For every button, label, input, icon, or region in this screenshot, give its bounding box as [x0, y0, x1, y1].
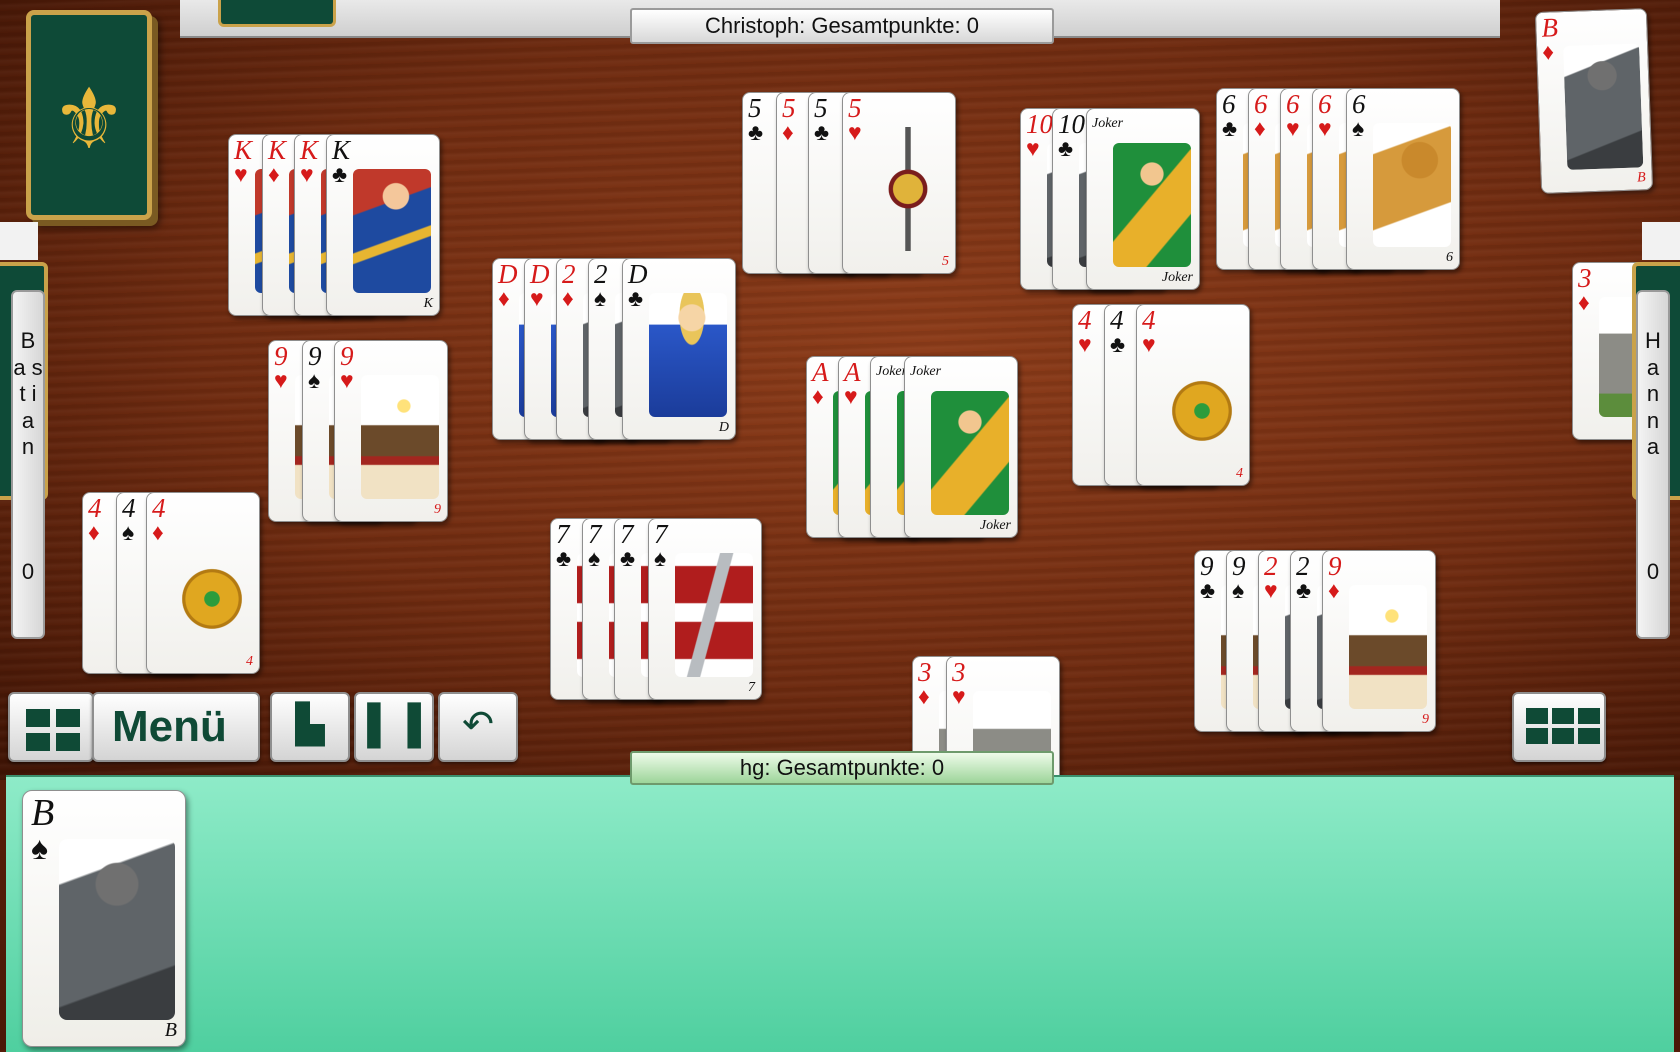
meld-card: K ♣ K — [326, 134, 440, 316]
meld-card: Joker Joker — [1086, 108, 1200, 290]
right-player-points: 0 — [1646, 559, 1660, 584]
player-score: hg: Gesamtpunkte: 0 — [630, 751, 1054, 785]
left-player-points: 0 — [21, 559, 35, 584]
split-button[interactable]: ▌▐ — [354, 692, 434, 762]
left-panel-tab — [0, 222, 38, 260]
knight-art — [59, 839, 175, 1020]
undo-icon: ↶ — [462, 704, 494, 746]
sort-button[interactable]: ▙ — [270, 692, 350, 762]
spade-icon: ♠ — [31, 830, 48, 866]
layout-button[interactable] — [1512, 692, 1606, 762]
left-player-panel: B a s t i a n 0 — [11, 290, 45, 639]
grid-icon — [26, 709, 80, 751]
menu-button[interactable]: Menü — [92, 692, 260, 762]
fleur-de-lis-icon: ⚜ — [51, 72, 127, 166]
overview-button[interactable] — [8, 692, 94, 762]
draw-pile[interactable]: ⚜ — [26, 10, 152, 220]
right-player-panel: H a n n a 0 — [1636, 290, 1670, 639]
split-cards-icon: ▌▐ — [367, 704, 421, 746]
meld-card: 4 ♦ 4 — [146, 492, 260, 674]
hand-card[interactable]: B ♠ B — [22, 790, 186, 1047]
menu-label: Menü — [112, 702, 227, 751]
hand-card-rank: B — [31, 792, 55, 834]
left-player-name: B a s t i a n — [13, 328, 43, 459]
discard-pile-card[interactable]: B ♦ B — [1534, 8, 1654, 194]
meld-card: D ♣ D — [622, 258, 736, 440]
meld-card: 9 ♥ 9 — [334, 340, 448, 522]
top-player-score: Christoph: Gesamtpunkte: 0 — [630, 8, 1054, 44]
sort-cards-icon: ▙ — [295, 704, 325, 746]
hand-card-rank-bottom: B — [164, 1019, 177, 1041]
layout-grid-icon — [1526, 708, 1600, 744]
meld-card: 9 ♦ 9 — [1322, 550, 1436, 732]
right-player-name: H a n n a — [1645, 328, 1661, 459]
player-hand-area — [6, 775, 1674, 1052]
right-panel-tab — [1642, 222, 1680, 260]
meld-card: 5 ♥ 5 — [842, 92, 956, 274]
undo-button[interactable]: ↶ — [438, 692, 518, 762]
meld-card: 7 ♠ 7 — [648, 518, 762, 700]
meld-card: 4 ♥ 4 — [1136, 304, 1250, 486]
opponent-deck-top — [218, 0, 336, 27]
meld-card: 6 ♠ 6 — [1346, 88, 1460, 270]
meld-card: Joker Joker — [904, 356, 1018, 538]
